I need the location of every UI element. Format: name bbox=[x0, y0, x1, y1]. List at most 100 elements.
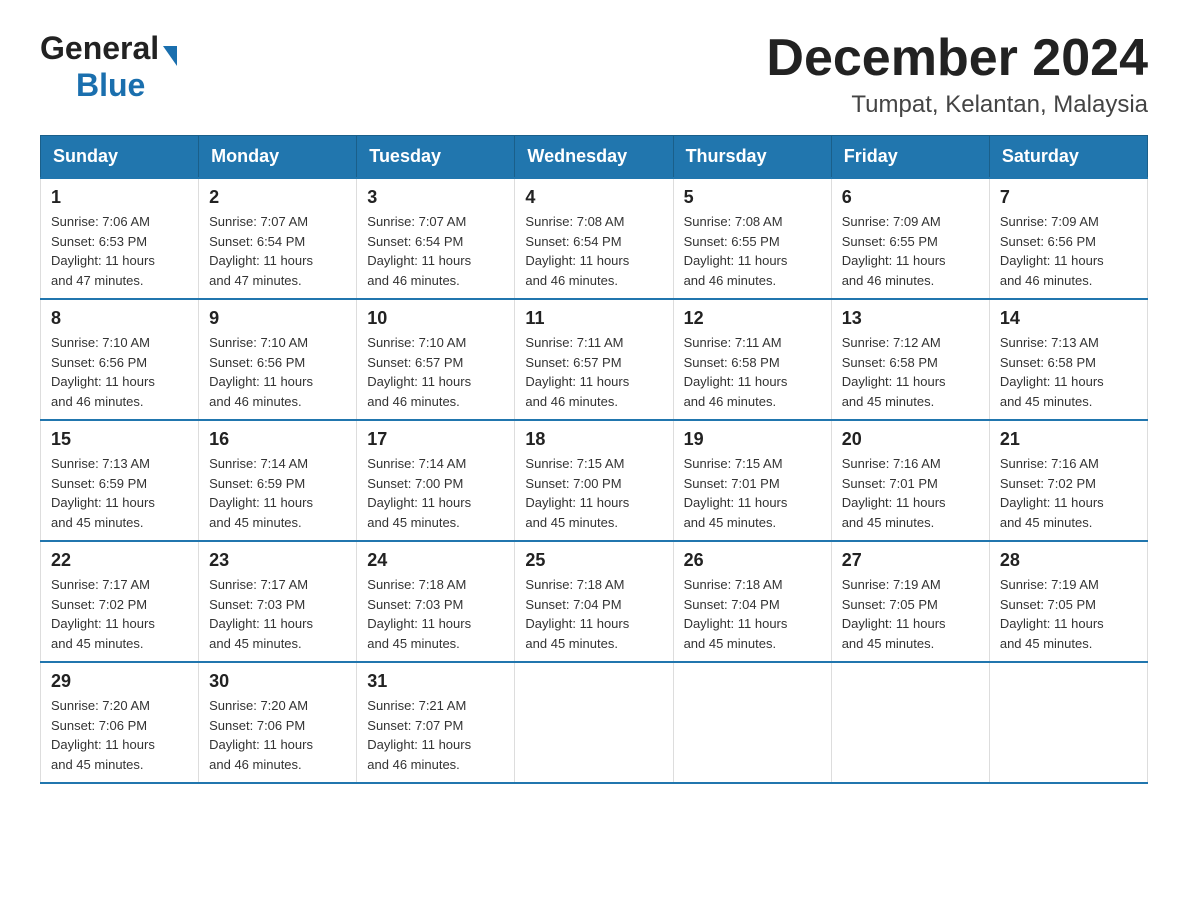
weekday-header-row: SundayMondayTuesdayWednesdayThursdayFrid… bbox=[41, 136, 1148, 179]
weekday-header-wednesday: Wednesday bbox=[515, 136, 673, 179]
day-number: 30 bbox=[209, 671, 346, 692]
day-number: 15 bbox=[51, 429, 188, 450]
month-title: December 2024 bbox=[766, 30, 1148, 87]
calendar-day-cell: 21Sunrise: 7:16 AMSunset: 7:02 PMDayligh… bbox=[989, 420, 1147, 541]
calendar-day-cell: 8Sunrise: 7:10 AMSunset: 6:56 PMDaylight… bbox=[41, 299, 199, 420]
calendar-week-row: 8Sunrise: 7:10 AMSunset: 6:56 PMDaylight… bbox=[41, 299, 1148, 420]
calendar-day-cell: 9 Sunrise: 7:10 AMSunset: 6:56 PMDaylight… bbox=[199, 299, 357, 420]
calendar-day-cell: 19 Sunrise: 7:15 AMSunset: 7:01 PMDayligh… bbox=[673, 420, 831, 541]
day-info: Sunrise: 7:20 AMSunset: 7:06 PMDaylight:… bbox=[51, 696, 188, 774]
day-number: 22 bbox=[51, 550, 188, 571]
calendar-day-cell: 16 Sunrise: 7:14 AMSunset: 6:59 PMDayligh… bbox=[199, 420, 357, 541]
weekday-header-thursday: Thursday bbox=[673, 136, 831, 179]
day-info: Sunrise: 7:18 AMSunset: 7:03 PMDaylight:… bbox=[367, 575, 504, 653]
calendar-week-row: 1 Sunrise: 7:06 AMSunset: 6:53 PMDaylight… bbox=[41, 178, 1148, 299]
day-number: 14 bbox=[1000, 308, 1137, 329]
calendar-day-cell: 28 Sunrise: 7:19 AMSunset: 7:05 PMDayligh… bbox=[989, 541, 1147, 662]
day-number: 3 bbox=[367, 187, 504, 208]
day-info: Sunrise: 7:13 AMSunset: 6:59 PMDaylight:… bbox=[51, 454, 188, 532]
calendar-day-cell: 27 Sunrise: 7:19 AMSunset: 7:05 PMDayligh… bbox=[831, 541, 989, 662]
day-info: Sunrise: 7:09 AMSunset: 6:56 PMDaylight:… bbox=[1000, 212, 1137, 290]
day-info: Sunrise: 7:10 AMSunset: 6:56 PMDaylight:… bbox=[51, 333, 188, 411]
calendar-day-cell: 23 Sunrise: 7:17 AMSunset: 7:03 PMDayligh… bbox=[199, 541, 357, 662]
calendar-day-cell: 6 Sunrise: 7:09 AMSunset: 6:55 PMDaylight… bbox=[831, 178, 989, 299]
calendar-day-cell: 17 Sunrise: 7:14 AMSunset: 7:00 PMDayligh… bbox=[357, 420, 515, 541]
day-number: 31 bbox=[367, 671, 504, 692]
day-info: Sunrise: 7:07 AMSunset: 6:54 PMDaylight:… bbox=[367, 212, 504, 290]
day-info: Sunrise: 7:14 AMSunset: 6:59 PMDaylight:… bbox=[209, 454, 346, 532]
day-info: Sunrise: 7:07 AMSunset: 6:54 PMDaylight:… bbox=[209, 212, 346, 290]
calendar-day-cell: 26Sunrise: 7:18 AMSunset: 7:04 PMDayligh… bbox=[673, 541, 831, 662]
calendar-day-cell: 22 Sunrise: 7:17 AMSunset: 7:02 PMDayligh… bbox=[41, 541, 199, 662]
calendar-table: SundayMondayTuesdayWednesdayThursdayFrid… bbox=[40, 135, 1148, 784]
logo-general-text: General bbox=[40, 30, 159, 67]
day-number: 28 bbox=[1000, 550, 1137, 571]
day-number: 10 bbox=[367, 308, 504, 329]
day-number: 4 bbox=[525, 187, 662, 208]
day-info: Sunrise: 7:10 AMSunset: 6:56 PMDaylight:… bbox=[209, 333, 346, 411]
calendar-day-cell: 2 Sunrise: 7:07 AMSunset: 6:54 PMDaylight… bbox=[199, 178, 357, 299]
logo-triangle-icon bbox=[163, 46, 177, 66]
day-number: 1 bbox=[51, 187, 188, 208]
day-info: Sunrise: 7:18 AMSunset: 7:04 PMDaylight:… bbox=[684, 575, 821, 653]
day-number: 23 bbox=[209, 550, 346, 571]
day-number: 17 bbox=[367, 429, 504, 450]
day-info: Sunrise: 7:15 AMSunset: 7:01 PMDaylight:… bbox=[684, 454, 821, 532]
calendar-day-cell: 11Sunrise: 7:11 AMSunset: 6:57 PMDayligh… bbox=[515, 299, 673, 420]
day-number: 27 bbox=[842, 550, 979, 571]
weekday-header-tuesday: Tuesday bbox=[357, 136, 515, 179]
day-info: Sunrise: 7:16 AMSunset: 7:01 PMDaylight:… bbox=[842, 454, 979, 532]
weekday-header-monday: Monday bbox=[199, 136, 357, 179]
calendar-week-row: 29Sunrise: 7:20 AMSunset: 7:06 PMDayligh… bbox=[41, 662, 1148, 783]
day-number: 13 bbox=[842, 308, 979, 329]
day-number: 25 bbox=[525, 550, 662, 571]
page-header: General Blue December 2024 Tumpat, Kelan… bbox=[40, 30, 1148, 119]
calendar-day-cell: 14 Sunrise: 7:13 AMSunset: 6:58 PMDayligh… bbox=[989, 299, 1147, 420]
day-number: 19 bbox=[684, 429, 821, 450]
empty-day-cell bbox=[515, 662, 673, 783]
day-number: 9 bbox=[209, 308, 346, 329]
day-number: 20 bbox=[842, 429, 979, 450]
day-info: Sunrise: 7:11 AMSunset: 6:57 PMDaylight:… bbox=[525, 333, 662, 411]
day-info: Sunrise: 7:16 AMSunset: 7:02 PMDaylight:… bbox=[1000, 454, 1137, 532]
day-info: Sunrise: 7:17 AMSunset: 7:02 PMDaylight:… bbox=[51, 575, 188, 653]
day-info: Sunrise: 7:19 AMSunset: 7:05 PMDaylight:… bbox=[1000, 575, 1137, 653]
calendar-day-cell: 31Sunrise: 7:21 AMSunset: 7:07 PMDayligh… bbox=[357, 662, 515, 783]
day-info: Sunrise: 7:18 AMSunset: 7:04 PMDaylight:… bbox=[525, 575, 662, 653]
day-info: Sunrise: 7:19 AMSunset: 7:05 PMDaylight:… bbox=[842, 575, 979, 653]
day-info: Sunrise: 7:06 AMSunset: 6:53 PMDaylight:… bbox=[51, 212, 188, 290]
calendar-day-cell: 4Sunrise: 7:08 AMSunset: 6:54 PMDaylight… bbox=[515, 178, 673, 299]
calendar-week-row: 22 Sunrise: 7:17 AMSunset: 7:02 PMDayligh… bbox=[41, 541, 1148, 662]
weekday-header-friday: Friday bbox=[831, 136, 989, 179]
day-number: 12 bbox=[684, 308, 821, 329]
calendar-day-cell: 30Sunrise: 7:20 AMSunset: 7:06 PMDayligh… bbox=[199, 662, 357, 783]
calendar-day-cell: 1 Sunrise: 7:06 AMSunset: 6:53 PMDaylight… bbox=[41, 178, 199, 299]
calendar-day-cell: 10 Sunrise: 7:10 AMSunset: 6:57 PMDayligh… bbox=[357, 299, 515, 420]
day-info: Sunrise: 7:10 AMSunset: 6:57 PMDaylight:… bbox=[367, 333, 504, 411]
day-info: Sunrise: 7:08 AMSunset: 6:55 PMDaylight:… bbox=[684, 212, 821, 290]
day-number: 16 bbox=[209, 429, 346, 450]
calendar-day-cell: 12Sunrise: 7:11 AMSunset: 6:58 PMDayligh… bbox=[673, 299, 831, 420]
day-number: 7 bbox=[1000, 187, 1137, 208]
weekday-header-saturday: Saturday bbox=[989, 136, 1147, 179]
day-number: 6 bbox=[842, 187, 979, 208]
logo-blue-text: Blue bbox=[76, 67, 145, 103]
day-info: Sunrise: 7:17 AMSunset: 7:03 PMDaylight:… bbox=[209, 575, 346, 653]
day-number: 2 bbox=[209, 187, 346, 208]
empty-day-cell bbox=[831, 662, 989, 783]
calendar-day-cell: 20 Sunrise: 7:16 AMSunset: 7:01 PMDayligh… bbox=[831, 420, 989, 541]
calendar-day-cell: 18Sunrise: 7:15 AMSunset: 7:00 PMDayligh… bbox=[515, 420, 673, 541]
day-info: Sunrise: 7:13 AMSunset: 6:58 PMDaylight:… bbox=[1000, 333, 1137, 411]
day-info: Sunrise: 7:14 AMSunset: 7:00 PMDaylight:… bbox=[367, 454, 504, 532]
empty-day-cell bbox=[673, 662, 831, 783]
calendar-day-cell: 3 Sunrise: 7:07 AMSunset: 6:54 PMDaylight… bbox=[357, 178, 515, 299]
day-number: 5 bbox=[684, 187, 821, 208]
day-info: Sunrise: 7:09 AMSunset: 6:55 PMDaylight:… bbox=[842, 212, 979, 290]
calendar-day-cell: 7 Sunrise: 7:09 AMSunset: 6:56 PMDaylight… bbox=[989, 178, 1147, 299]
day-number: 18 bbox=[525, 429, 662, 450]
day-info: Sunrise: 7:12 AMSunset: 6:58 PMDaylight:… bbox=[842, 333, 979, 411]
calendar-day-cell: 29Sunrise: 7:20 AMSunset: 7:06 PMDayligh… bbox=[41, 662, 199, 783]
calendar-day-cell: 24Sunrise: 7:18 AMSunset: 7:03 PMDayligh… bbox=[357, 541, 515, 662]
calendar-day-cell: 15 Sunrise: 7:13 AMSunset: 6:59 PMDayligh… bbox=[41, 420, 199, 541]
title-block: December 2024 Tumpat, Kelantan, Malaysia bbox=[766, 30, 1148, 119]
